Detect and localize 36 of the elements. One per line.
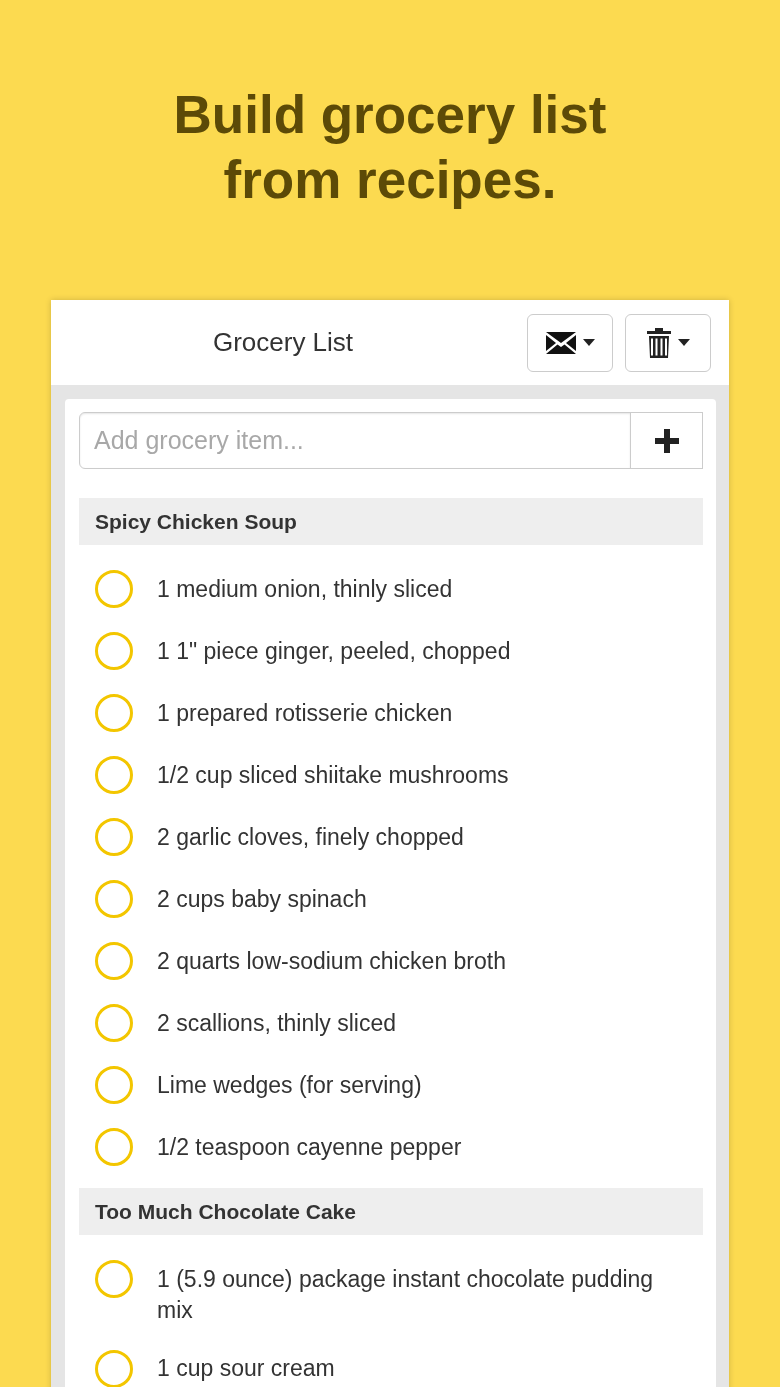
grocery-item-text: 1/2 teaspoon cayenne pepper: [157, 1132, 462, 1162]
checkbox-circle[interactable]: [95, 694, 133, 732]
delete-menu-button[interactable]: [625, 313, 711, 372]
add-item-field[interactable]: Add grocery item...: [79, 412, 631, 469]
grocery-item-text: Lime wedges (for serving): [157, 1070, 422, 1100]
checkbox-circle[interactable]: [95, 818, 133, 856]
checkbox-circle[interactable]: [95, 880, 133, 918]
grocery-item-text: 1/2 cup sliced shiitake mushrooms: [157, 760, 509, 790]
app-title: Grocery List: [211, 326, 355, 359]
grocery-item-text: 1 cup sour cream: [157, 1354, 335, 1383]
caret-icon: [677, 339, 690, 346]
grocery-item-text: 1 1" piece ginger, peeled, chopped: [157, 636, 511, 666]
grocery-item-text: 2 quarts low-sodium chicken broth: [157, 946, 506, 976]
add-button[interactable]: [630, 412, 703, 469]
section-header: Spicy Chicken Soup: [79, 498, 703, 545]
grocery-item-text: 2 cups baby spinach: [157, 884, 367, 914]
checkbox-circle[interactable]: [95, 942, 133, 980]
plus-icon: [654, 428, 679, 453]
checkbox-circle[interactable]: [95, 1128, 133, 1166]
checkbox-circle[interactable]: [95, 1004, 133, 1042]
grocery-item-text: 1 prepared rotisserie chicken: [157, 698, 453, 728]
grocery-item-text: 1 (5.9 ounce) package instant chocolate pudding mix: [157, 1264, 655, 1325]
checkbox-circle[interactable]: [95, 1066, 133, 1104]
email-menu-button[interactable]: [527, 313, 613, 372]
grocery-item-text: 2 garlic cloves, finely chopped: [157, 822, 464, 852]
checkbox-circle[interactable]: [95, 632, 133, 670]
trash-icon: [646, 327, 671, 358]
grocery-item-text: 2 scallions, thinly sliced: [157, 1008, 397, 1038]
caret-icon: [582, 339, 595, 346]
checkbox-circle[interactable]: [95, 570, 133, 608]
grocery-item-text: 1 medium onion, thinly sliced: [157, 574, 453, 604]
checkbox-circle[interactable]: [95, 756, 133, 794]
headline: Build grocery list from recipes.: [172, 84, 608, 211]
section-header: Too Much Chocolate Cake: [79, 1188, 703, 1235]
checkbox-circle[interactable]: [95, 1260, 133, 1298]
envelope-icon: [545, 331, 576, 354]
